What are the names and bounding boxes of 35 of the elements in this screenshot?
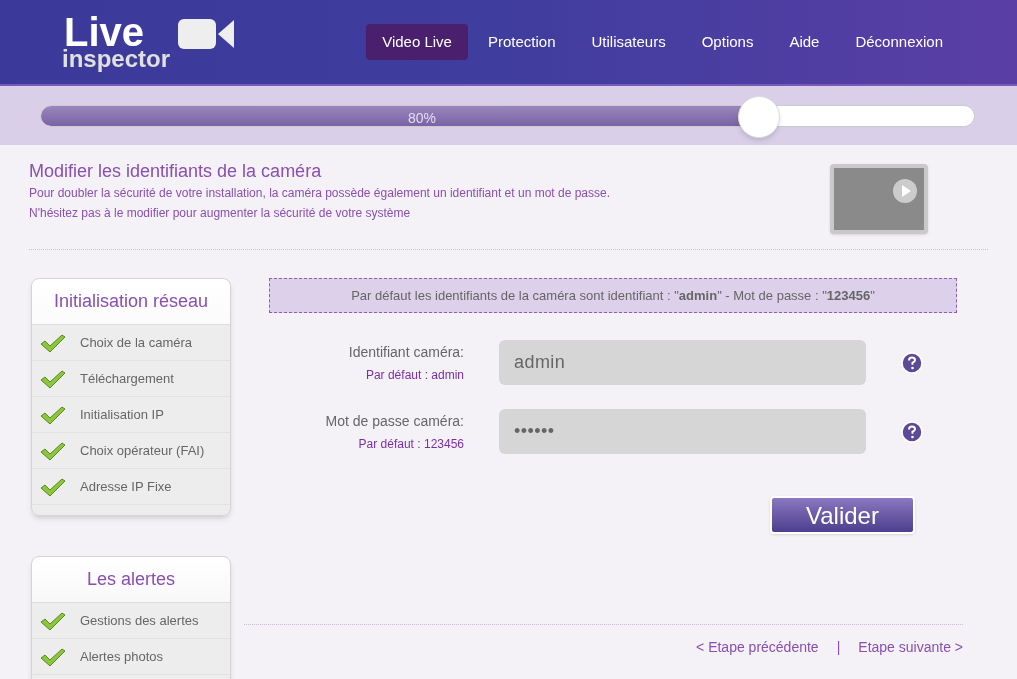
input-field[interactable]: •••••• — [499, 409, 866, 454]
nav-tab[interactable]: Déconnexion — [839, 24, 959, 60]
nav-tab[interactable]: Options — [685, 24, 770, 60]
nav-tab[interactable]: Aide — [773, 24, 836, 60]
nav-tab[interactable]: Protection — [471, 24, 572, 60]
nav-tab[interactable]: Video Live — [366, 24, 468, 60]
help-icon[interactable] — [901, 420, 923, 443]
sidebar-item[interactable]: Téléchargement — [32, 361, 230, 397]
previous-step-link[interactable]: < Etape précédente — [696, 637, 819, 658]
slider-thumb[interactable] — [738, 95, 781, 138]
sidebar-item[interactable]: Gestions des alertes — [32, 603, 230, 639]
video-camera-icon — [178, 17, 237, 51]
logo-subtext: inspector — [62, 47, 171, 71]
intro-text: N'hésitez pas à le modifier pour augmenter la sécurité de votre système — [29, 205, 412, 222]
sidebar-item[interactable]: Initialisation IP — [32, 397, 230, 433]
sidebar-item[interactable]: Choix opérateur (FAI) — [32, 433, 230, 469]
sidebar-item[interactable]: Alertes photos — [32, 639, 230, 675]
play-icon — [892, 178, 918, 204]
link-separator: | — [836, 638, 841, 657]
field-hint: Par défaut : admin — [365, 366, 464, 384]
page-title: Modifier les identifiants de la caméra — [29, 160, 323, 183]
next-step-link[interactable]: Etape suivante > — [858, 637, 963, 658]
input-field[interactable]: admin — [499, 340, 866, 385]
logo[interactable]: Live inspector — [38, 13, 237, 71]
progress-label: 80% — [408, 108, 437, 128]
field-label: Identifiant caméra: — [348, 342, 464, 362]
field-label: Mot de passe caméra: — [325, 411, 464, 431]
default-credentials-notice: Par défaut les identifiants de la caméra sont identifiant : "admin" - Mot de passe : "123456" — [269, 278, 957, 313]
field-hint: Par défaut : 123456 — [358, 435, 464, 453]
intro-text: Pour doubler la sécurité de votre installation, la caméra possède également un identifiant et un mot de passe. — [29, 185, 610, 202]
submit-button[interactable]: Valider — [770, 496, 915, 534]
nav-tab[interactable]: Utilisateurs — [575, 24, 682, 60]
sidebar-item[interactable]: Choix de la caméra — [32, 325, 230, 361]
help-icon[interactable] — [901, 351, 923, 374]
sidebar-item[interactable]: Adresse IP Fixe — [32, 469, 230, 505]
